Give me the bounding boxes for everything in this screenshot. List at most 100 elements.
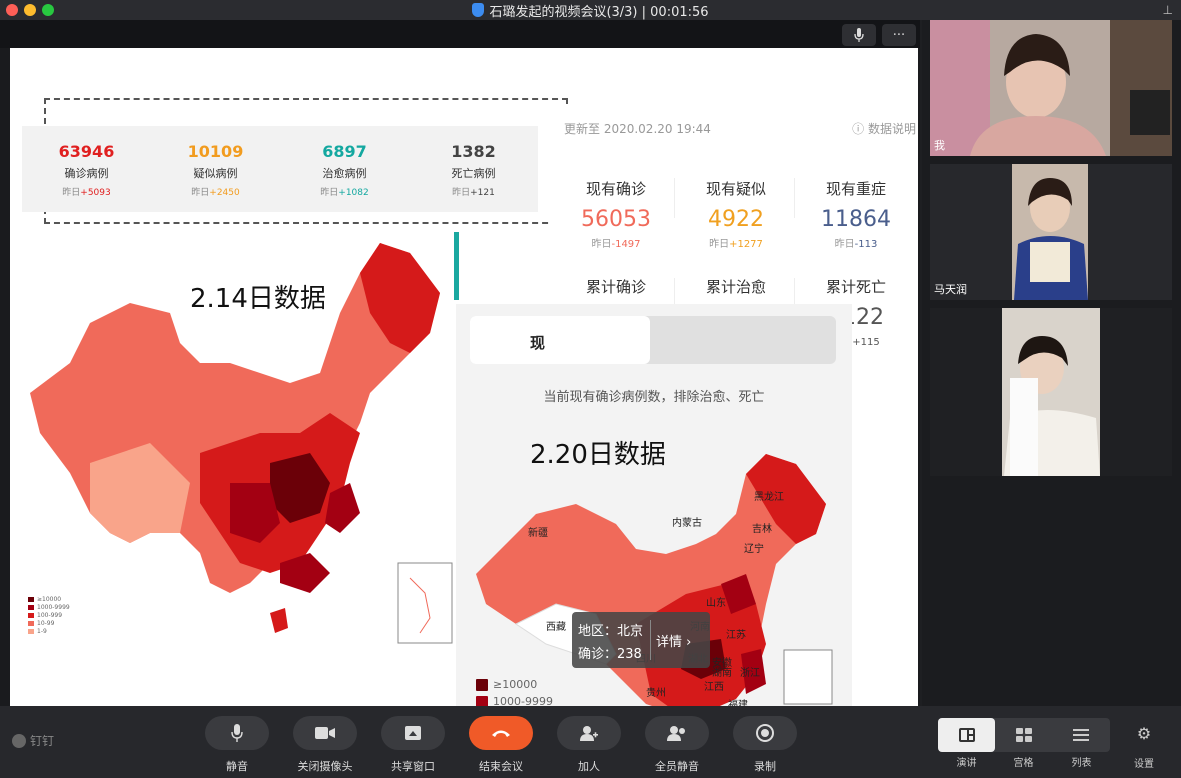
map-tab-bar: 现 bbox=[470, 316, 836, 364]
participant-video-matianrun[interactable]: 马天润 bbox=[930, 164, 1172, 300]
brand-name: 钉钉 bbox=[30, 734, 55, 748]
toolbar-button-label: 共享窗口 bbox=[391, 760, 435, 773]
minimize-window-button[interactable] bbox=[24, 4, 36, 16]
toolbar-button-camera[interactable]: 关闭摄像头 bbox=[293, 716, 357, 774]
stat-change: 昨日+2450 bbox=[191, 188, 240, 198]
stat-cell: 6897 治愈病例 昨日+1082 bbox=[280, 126, 409, 212]
layout-switcher bbox=[938, 718, 1110, 752]
toolbar-button-share-screen[interactable]: 共享窗口 bbox=[381, 716, 445, 774]
toolbar-button-label: 静音 bbox=[226, 760, 248, 773]
shared-screen: ··· 63946 确诊病例 昨日+5093 10109 疑似病例 昨日+2450… bbox=[0, 20, 920, 706]
map-legend-2-20: ≥100001000-9999100-99910-99 bbox=[476, 676, 553, 706]
layout-speaker-button[interactable] bbox=[938, 718, 996, 752]
map-title-2-14: 2.14日数据 bbox=[190, 284, 326, 314]
legend-item: ≥10000 bbox=[476, 676, 553, 693]
settings-label: 设置 bbox=[1134, 759, 1154, 770]
toolbar-button-microphone[interactable]: 静音 bbox=[205, 716, 269, 774]
stat-cell: 现有重症 11864 昨日-113 bbox=[796, 178, 916, 250]
province-label: 新疆 bbox=[528, 528, 548, 539]
add-person-icon bbox=[557, 716, 621, 750]
meeting-window: 石璐发起的视频会议(3/3) | 00:01:56 ⊥ ··· 63946 确诊… bbox=[0, 0, 1181, 778]
legend-item: ≥10000 bbox=[28, 596, 70, 604]
china-map-2-20 bbox=[476, 454, 833, 706]
province-label: 内蒙古 bbox=[672, 518, 702, 529]
map-tooltip: 地区：北京 确诊：238 详情 › bbox=[572, 612, 710, 668]
layout-list-label: 列表 bbox=[1071, 758, 1092, 769]
province-label: 江苏 bbox=[726, 630, 746, 641]
stat-cell: 63946 确诊病例 昨日+5093 bbox=[22, 126, 151, 212]
stat-number: 4922 bbox=[708, 207, 764, 232]
stats-summary-2-14: 63946 确诊病例 昨日+5093 10109 疑似病例 昨日+2450 6897… bbox=[22, 126, 538, 212]
stat-label: 疑似病例 bbox=[193, 167, 238, 180]
tab-current[interactable]: 现 bbox=[470, 316, 650, 364]
map-legend-2-14: ≥10000 1000-9999 100-999 10-99 1-9 bbox=[28, 596, 70, 636]
settings-button[interactable]: ⚙ 设置 bbox=[1126, 724, 1162, 770]
stat-label: 累计死亡 bbox=[825, 278, 886, 296]
help-icon: ⓘ bbox=[852, 122, 868, 136]
toolbar-button-hang-up[interactable]: 结束会议 bbox=[469, 716, 533, 774]
stat-label: 现有疑似 bbox=[705, 180, 766, 198]
participant-video-self[interactable]: 我 bbox=[930, 20, 1172, 156]
stat-cell: 现有疑似 4922 昨日+1277 bbox=[676, 178, 796, 250]
maximize-window-button[interactable] bbox=[42, 4, 54, 16]
stat-change: 昨日+121 bbox=[452, 188, 495, 198]
stat-label: 现有重症 bbox=[825, 180, 886, 198]
legend-item: 1-9 bbox=[28, 628, 70, 636]
stat-number: 1382 bbox=[451, 142, 496, 161]
toolbar-button-record[interactable]: 录制 bbox=[733, 716, 797, 774]
share-top-bar: ··· bbox=[0, 20, 920, 48]
stat-label: 死亡病例 bbox=[451, 167, 496, 180]
stat-number: 6897 bbox=[322, 142, 367, 161]
layout-list-button[interactable] bbox=[1053, 718, 1110, 752]
dingtalk-logo-icon bbox=[12, 733, 26, 748]
shield-icon bbox=[472, 3, 485, 17]
camera-icon bbox=[293, 716, 357, 750]
map-subtitle: 当前现有确诊病例数，排除治愈、死亡 bbox=[543, 390, 765, 405]
province-label: 湖南 bbox=[712, 668, 732, 679]
video-feed bbox=[1012, 164, 1088, 300]
province-label: 江西 bbox=[704, 682, 724, 693]
toolbar-button-label: 加人 bbox=[578, 760, 600, 773]
toolbar-button-label: 关闭摄像头 bbox=[297, 760, 353, 773]
title-bar: 石璐发起的视频会议(3/3) | 00:01:56 ⊥ bbox=[0, 0, 1181, 20]
pin-icon[interactable]: ⊥ bbox=[1163, 3, 1173, 17]
more-options-icon[interactable]: ··· bbox=[882, 24, 916, 46]
toolbar-button-label: 结束会议 bbox=[479, 760, 523, 773]
province-label: 山东 bbox=[706, 598, 726, 609]
layout-grid-label: 宫格 bbox=[1013, 758, 1034, 769]
legend-item: 1000-9999 bbox=[476, 693, 553, 706]
province-label: 吉林 bbox=[752, 524, 772, 535]
layout-grid-button[interactable] bbox=[995, 718, 1052, 752]
stat-cell: 现有确诊 56053 昨日-1497 bbox=[556, 178, 676, 250]
legend-item: 100-999 bbox=[28, 612, 70, 620]
microphone-icon bbox=[205, 716, 269, 750]
tooltip-detail-link[interactable]: 详情 › bbox=[656, 631, 691, 650]
stat-change: 昨日-113 bbox=[834, 239, 878, 250]
video-feed bbox=[930, 20, 1172, 156]
toolbar-button-label: 录制 bbox=[754, 760, 776, 773]
stat-label: 累计治愈 bbox=[705, 278, 766, 296]
mute-all-icon bbox=[645, 716, 709, 750]
stat-change: 昨日+1277 bbox=[709, 239, 763, 250]
stat-change: 昨日+5093 bbox=[62, 188, 111, 198]
close-window-button[interactable] bbox=[6, 4, 18, 16]
participant-video-third[interactable] bbox=[930, 308, 1172, 476]
participant-name: 马天润 bbox=[934, 283, 967, 296]
data-help-label: 数据说明 bbox=[867, 122, 916, 136]
video-feed bbox=[1002, 308, 1100, 476]
stat-label: 治愈病例 bbox=[322, 167, 367, 180]
layout-speaker-label: 演讲 bbox=[956, 758, 977, 769]
grid-layout-icon bbox=[1015, 728, 1032, 742]
toolbar-button-label: 全员静音 bbox=[655, 760, 699, 773]
tooltip-count: 确诊：238 bbox=[578, 647, 642, 662]
toolbar-button-add-person[interactable]: 加人 bbox=[557, 716, 621, 774]
legend-item: 1000-9999 bbox=[28, 604, 70, 612]
stat-number: 63946 bbox=[58, 142, 115, 161]
data-help-link[interactable]: ⓘ 数据说明 bbox=[852, 120, 916, 137]
legend-item: 10-99 bbox=[28, 620, 70, 628]
province-label: 黑龙江 bbox=[754, 492, 784, 503]
province-label: 福建 bbox=[728, 700, 748, 706]
toolbar-button-mute-all[interactable]: 全员静音 bbox=[645, 716, 709, 774]
gear-icon: ⚙ bbox=[1136, 724, 1152, 743]
microphone-icon[interactable] bbox=[842, 24, 876, 46]
